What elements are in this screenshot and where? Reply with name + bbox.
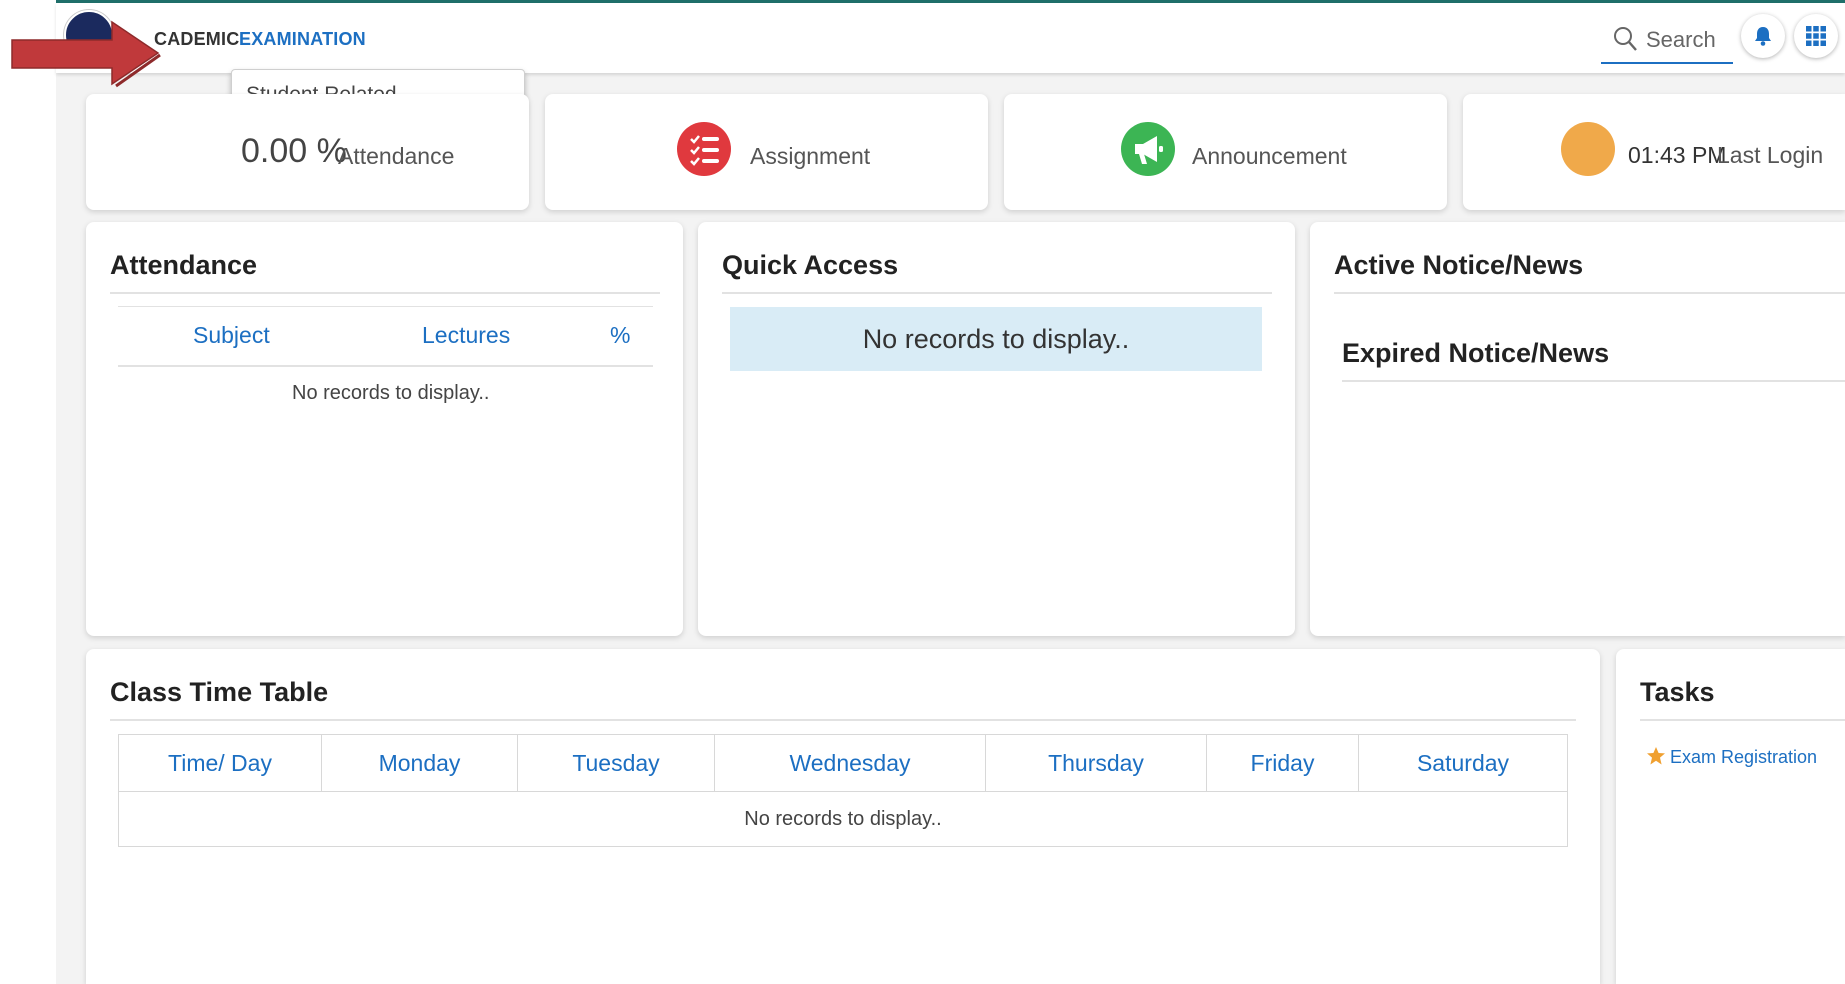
assignment-list-icon (677, 122, 731, 176)
announcement-stat-label: Announcement (1192, 143, 1347, 169)
megaphone-icon (1121, 122, 1175, 176)
assignment-stat-label: Assignment (750, 143, 871, 169)
search-label: Search (1646, 27, 1716, 52)
divider (1334, 292, 1845, 294)
tasks-title: Tasks (1640, 677, 1715, 707)
attendance-stat-card[interactable]: 0.00 % Attendance (86, 94, 529, 210)
quick-access-empty-banner: No records to display.. (730, 307, 1262, 371)
timetable-title: Class Time Table (110, 677, 329, 707)
attendance-panel-title: Attendance (110, 250, 258, 280)
divider (110, 719, 1576, 721)
clock-circle-icon (1561, 122, 1615, 176)
divider (722, 292, 1272, 294)
notice-news-panel: Active Notice/News Expired Notice/News (1310, 222, 1845, 636)
notifications-button[interactable] (1741, 14, 1785, 58)
assignment-stat-card[interactable]: Assignment (545, 94, 988, 210)
expired-news-title[interactable]: Expired Notice/News (1342, 338, 1609, 369)
grid-icon (1806, 26, 1826, 46)
timetable-col-monday[interactable]: Monday (321, 734, 518, 792)
timetable-col-friday[interactable]: Friday (1206, 734, 1359, 792)
last-login-label: Last Login (1717, 142, 1824, 168)
timetable-col-saturday[interactable]: Saturday (1358, 734, 1568, 792)
attendance-empty-message: No records to display.. (292, 382, 490, 404)
timetable-col-tuesday[interactable]: Tuesday (517, 734, 715, 792)
task-label: Exam Registration (1670, 747, 1818, 767)
last-login-time: 01:43 PM (1628, 142, 1727, 168)
search-icon (1614, 27, 1637, 51)
divider (118, 365, 653, 367)
last-login-stat-card: 01:43 PM Last Login (1463, 94, 1845, 210)
table-row: No records to display.. (118, 791, 1568, 847)
attendance-stat-label: Attendance (338, 143, 455, 169)
attendance-col-percent[interactable]: % (610, 322, 630, 349)
attendance-percent-value: 0.00 % (241, 132, 347, 170)
timetable-table: Time/ Day Monday Tuesday Wednesday Thurs… (118, 734, 1568, 847)
timetable-col-time-day[interactable]: Time/ Day (118, 734, 322, 792)
class-timetable-panel: Class Time Table Time/ Day Monday Tuesda… (86, 649, 1600, 984)
attendance-col-lectures[interactable]: Lectures (422, 322, 510, 349)
quick-access-panel: Quick Access No records to display.. (698, 222, 1295, 636)
search-box[interactable]: Search (1601, 18, 1733, 64)
attendance-panel: Attendance Subject Lectures % No records… (86, 222, 683, 636)
timetable-col-thursday[interactable]: Thursday (985, 734, 1207, 792)
timetable-col-wednesday[interactable]: Wednesday (714, 734, 986, 792)
tasks-panel: Tasks Exam Registration (1616, 649, 1845, 984)
star-icon (1647, 747, 1665, 765)
bell-icon (1755, 27, 1771, 46)
apps-grid-button[interactable] (1794, 14, 1838, 58)
divider (1640, 719, 1845, 721)
nav-menu-examination[interactable]: EXAMINATION (239, 29, 366, 50)
divider (1342, 380, 1845, 382)
attendance-col-subject[interactable]: Subject (193, 322, 270, 349)
active-news-title[interactable]: Active Notice/News (1334, 250, 1583, 281)
timetable-empty-message: No records to display.. (118, 791, 1568, 847)
divider (110, 292, 660, 294)
quick-access-empty-message: No records to display.. (862, 324, 1130, 354)
quick-access-title: Quick Access (722, 250, 899, 280)
annotation-arrow-icon (11, 20, 161, 88)
announcement-stat-card[interactable]: Announcement (1004, 94, 1447, 210)
divider (118, 306, 653, 307)
